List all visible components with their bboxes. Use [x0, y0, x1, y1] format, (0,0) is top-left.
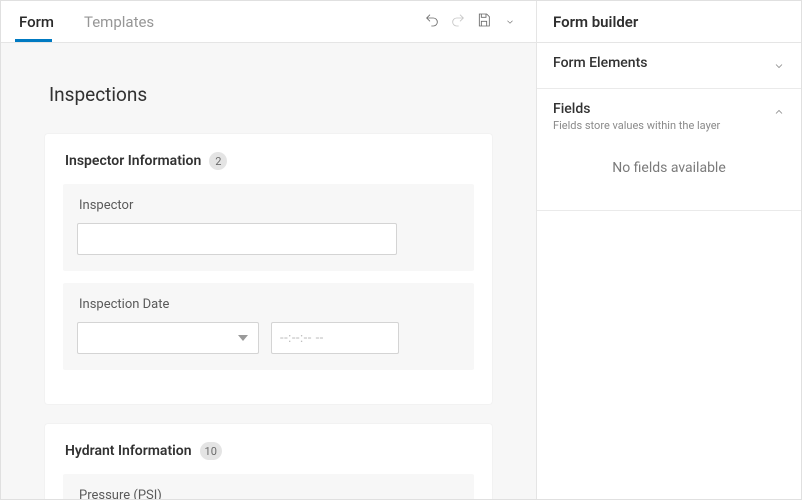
chevron-up-icon: [773, 103, 785, 122]
group-inspector-information[interactable]: Inspector Information 2 Inspector Inspec…: [45, 134, 492, 404]
field-count-badge: 10: [200, 442, 222, 460]
field-label: Inspection Date: [79, 297, 460, 312]
top-bar: Form Templates: [1, 1, 536, 43]
save-button[interactable]: [472, 10, 496, 34]
form-builder-title: Form builder: [537, 1, 801, 43]
group-header: Hydrant Information 10: [65, 442, 474, 460]
tab-form[interactable]: Form: [19, 3, 64, 40]
field-inspector[interactable]: Inspector: [63, 184, 474, 271]
accordion-header[interactable]: Form Elements: [553, 55, 785, 76]
group-hydrant-information[interactable]: Hydrant Information 10 Pressure (PSI): [45, 424, 492, 499]
date-select[interactable]: [77, 322, 259, 354]
undo-icon: [424, 12, 440, 32]
group-title: Inspector Information: [65, 153, 201, 169]
form-canvas-scroll[interactable]: Inspections Inspector Information 2 Insp…: [1, 43, 536, 499]
section-fields[interactable]: Fields Fields store values within the la…: [537, 89, 801, 211]
time-input[interactable]: --:--:-- --: [271, 322, 399, 354]
field-pressure-psi[interactable]: Pressure (PSI): [63, 474, 474, 499]
group-title: Hydrant Information: [65, 443, 192, 459]
field-label: Pressure (PSI): [79, 488, 460, 499]
datetime-row: --:--:-- --: [77, 322, 460, 354]
form-builder-panel: Form builder Form Elements Fields Fields…: [537, 1, 801, 499]
save-icon: [476, 12, 492, 32]
field-count-badge: 2: [209, 152, 227, 170]
redo-button[interactable]: [446, 10, 470, 34]
form-title: Inspections: [49, 83, 492, 106]
save-options-button[interactable]: [498, 10, 522, 34]
section-description: Fields store values within the layer: [553, 119, 720, 132]
left-pane: Form Templates: [1, 1, 537, 499]
section-title: Fields: [553, 101, 720, 117]
form-canvas: Inspections Inspector Information 2 Insp…: [1, 43, 536, 499]
group-header: Inspector Information 2: [65, 152, 474, 170]
fields-empty-state: No fields available: [553, 132, 785, 198]
tab-templates[interactable]: Templates: [84, 3, 164, 40]
field-inspection-date[interactable]: Inspection Date --:--:-- --: [63, 283, 474, 370]
section-title: Form Elements: [553, 55, 647, 71]
chevron-down-icon: [505, 12, 515, 31]
section-form-elements[interactable]: Form Elements: [537, 43, 801, 89]
undo-button[interactable]: [420, 10, 444, 34]
accordion-header[interactable]: Fields Fields store values within the la…: [553, 101, 785, 132]
inspector-input[interactable]: [77, 223, 397, 255]
field-label: Inspector: [79, 198, 460, 213]
redo-icon: [450, 12, 466, 32]
app-root: Form Templates: [0, 0, 802, 500]
chevron-down-icon: [773, 57, 785, 76]
